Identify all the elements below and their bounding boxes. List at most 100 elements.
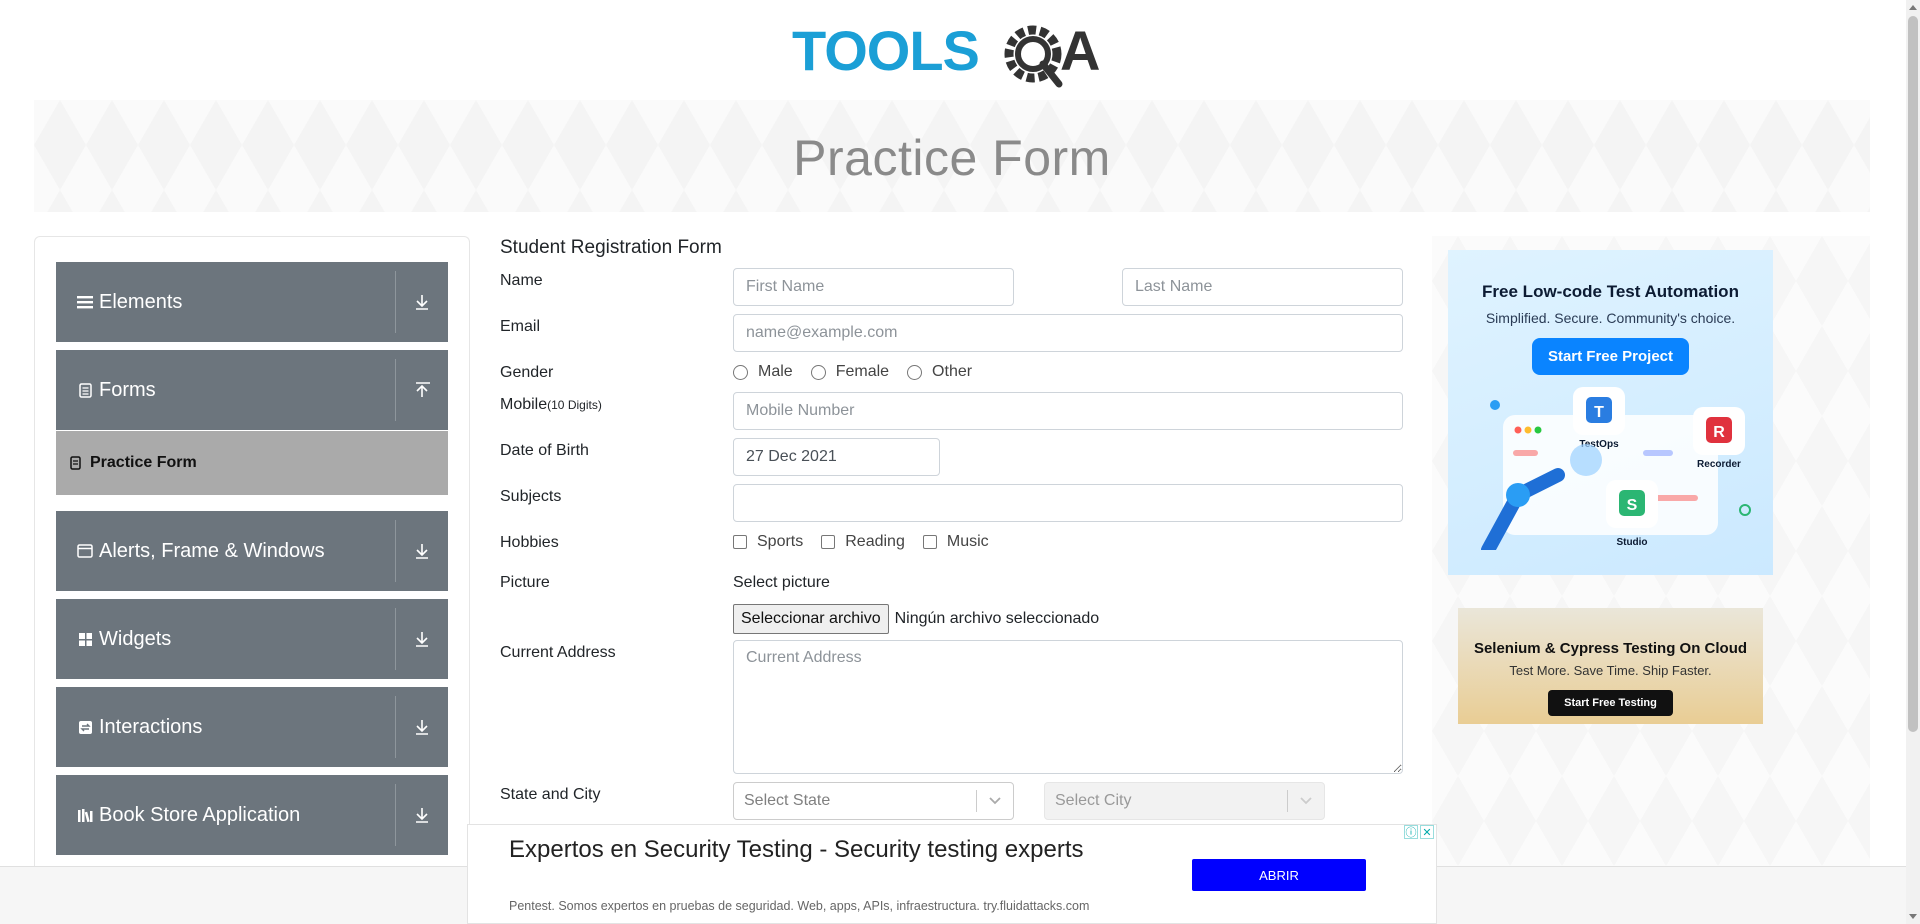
checkbox-box[interactable] <box>821 535 836 549</box>
hobby-music-checkbox[interactable]: Music <box>922 533 989 551</box>
form-title: Student Registration Form <box>500 237 722 258</box>
mobile-input[interactable] <box>733 392 1403 430</box>
radio-circle[interactable] <box>733 364 748 380</box>
recorder-label: Recorder <box>1697 459 1741 470</box>
scroll-up-icon[interactable] <box>1909 5 1917 10</box>
sidebar-group-forms[interactable]: Forms <box>56 350 448 430</box>
divider <box>395 359 396 421</box>
expand-icon[interactable] <box>410 803 434 827</box>
studio-label: Studio <box>1616 537 1647 548</box>
select-picture-label: Select picture <box>733 574 830 591</box>
gender-option-label: Female <box>835 363 890 380</box>
ad-title: Free Low-code Test Automation <box>1482 282 1739 301</box>
sidebar-item-practice-form[interactable]: Practice Form <box>56 431 448 495</box>
expand-icon[interactable] <box>410 539 434 563</box>
window-icon <box>76 542 94 560</box>
collapse-icon[interactable] <box>410 378 434 402</box>
choose-file-button[interactable]: Seleccionar archivo <box>733 604 889 634</box>
current-address-label: Current Address <box>500 644 616 661</box>
state-select-value: Select State <box>744 792 831 809</box>
first-name-input[interactable] <box>733 268 1014 306</box>
svg-text:A: A <box>1060 19 1100 82</box>
expand-icon[interactable] <box>410 627 434 651</box>
ad-lambdatest[interactable]: Selenium & Cypress Testing On Cloud Test… <box>1458 608 1763 724</box>
chevron-down-icon[interactable] <box>977 796 1013 806</box>
hobby-sports-checkbox[interactable]: Sports <box>733 533 803 551</box>
gender-female-radio[interactable]: Female <box>810 363 890 381</box>
gender-radio-group: Male Female Other <box>733 363 990 381</box>
sidebar-group-label: Interactions <box>99 715 203 738</box>
gender-option-label: Other <box>932 363 973 380</box>
toolsqa-logo[interactable]: TOOLS A <box>790 14 1110 94</box>
hobbies-label: Hobbies <box>500 534 559 551</box>
ad-subtitle: Simplified. Secure. Community's choice. <box>1485 310 1736 326</box>
menu-icon <box>76 293 94 311</box>
name-label: Name <box>500 272 543 289</box>
hobbies-checkbox-group: Sports Reading Music <box>733 533 1007 551</box>
bottom-ad-subtext: Pentest. Somos expertos en pruebas de se… <box>509 899 1090 913</box>
sidebar-group-label: Book Store Application <box>99 803 301 826</box>
city-select[interactable]: Select City <box>1044 782 1325 820</box>
svg-text:T: T <box>1594 404 1604 421</box>
subjects-label: Subjects <box>500 488 562 505</box>
widgets-icon <box>76 630 94 648</box>
svg-text:S: S <box>1627 497 1638 514</box>
svg-text:R: R <box>1713 424 1725 441</box>
state-select[interactable]: Select State <box>733 782 1014 820</box>
ad-cta-button[interactable]: Start Free Project <box>1531 338 1690 375</box>
checkbox-box[interactable] <box>733 535 747 549</box>
page-title: Practice Form <box>793 130 1111 186</box>
mobile-hint: (10 Digits) <box>547 398 602 412</box>
divider <box>395 784 396 846</box>
bottom-ad-headline[interactable]: Expertos en Security Testing - Security … <box>509 833 1129 866</box>
bottom-ad-open-button[interactable]: ABRIR <box>1192 859 1366 891</box>
bottom-ad[interactable]: Expertos en Security Testing - Security … <box>467 824 1437 924</box>
sidebar-group-label: Alerts, Frame & Windows <box>99 539 325 562</box>
email-label: Email <box>500 318 541 335</box>
expand-icon[interactable] <box>410 290 434 314</box>
sidebar-group-book-store[interactable]: Book Store Application <box>56 775 448 855</box>
divider <box>395 520 396 582</box>
dob-label: Date of Birth <box>500 442 589 459</box>
info-icon[interactable]: ⓘ <box>1404 825 1418 839</box>
document-icon <box>76 381 94 399</box>
studio-icon: S <box>1606 480 1658 528</box>
hobby-reading-checkbox[interactable]: Reading <box>821 533 905 551</box>
radio-circle[interactable] <box>810 364 826 380</box>
divider <box>395 271 396 333</box>
subjects-input[interactable] <box>733 484 1403 522</box>
expand-icon[interactable] <box>410 715 434 739</box>
sidebar-item-label: Practice Form <box>90 454 197 471</box>
ad-subtitle: Test More. Save Time. Ship Faster. <box>1509 663 1712 678</box>
city-select-value: Select City <box>1055 792 1132 809</box>
page-scrollbar[interactable] <box>1906 0 1920 924</box>
gender-male-radio[interactable]: Male <box>733 363 793 381</box>
ad-cta-button[interactable]: Start Free Testing <box>1548 690 1673 716</box>
checkbox-box[interactable] <box>922 535 937 549</box>
scroll-down-icon[interactable] <box>1909 914 1917 919</box>
sidebar-group-alerts-frame-windows[interactable]: Alerts, Frame & Windows <box>56 511 448 591</box>
last-name-input[interactable] <box>1122 268 1403 306</box>
dob-input[interactable] <box>733 438 940 476</box>
file-upload: Seleccionar archivo Ningún archivo selec… <box>733 604 1099 634</box>
close-icon[interactable]: ✕ <box>1420 825 1434 839</box>
books-icon <box>76 806 94 824</box>
ad-title: Selenium & Cypress Testing On Cloud <box>1473 640 1748 657</box>
hobby-option-label: Music <box>946 533 989 550</box>
sidebar-group-label: Widgets <box>99 627 172 650</box>
sidebar-group-elements[interactable]: Elements <box>56 262 448 342</box>
recorder-icon: R <box>1693 407 1745 455</box>
sidebar-group-interactions[interactable]: Interactions <box>56 687 448 767</box>
sidebar-group-label: Elements <box>99 290 183 313</box>
current-address-textarea[interactable] <box>733 640 1403 774</box>
document-icon <box>70 456 82 470</box>
email-input[interactable] <box>733 314 1403 352</box>
state-city-label: State and City <box>500 786 601 803</box>
ad-katalon[interactable]: Free Low-code Test Automation Simplified… <box>1448 250 1773 575</box>
page: TOOLS A Practice Form Elements Forms Pra… <box>0 0 1920 924</box>
gender-other-radio[interactable]: Other <box>907 363 972 381</box>
chevron-down-icon[interactable] <box>1288 796 1324 806</box>
scrollbar-thumb[interactable] <box>1908 16 1918 732</box>
sidebar-group-widgets[interactable]: Widgets <box>56 599 448 679</box>
radio-circle[interactable] <box>907 364 923 380</box>
